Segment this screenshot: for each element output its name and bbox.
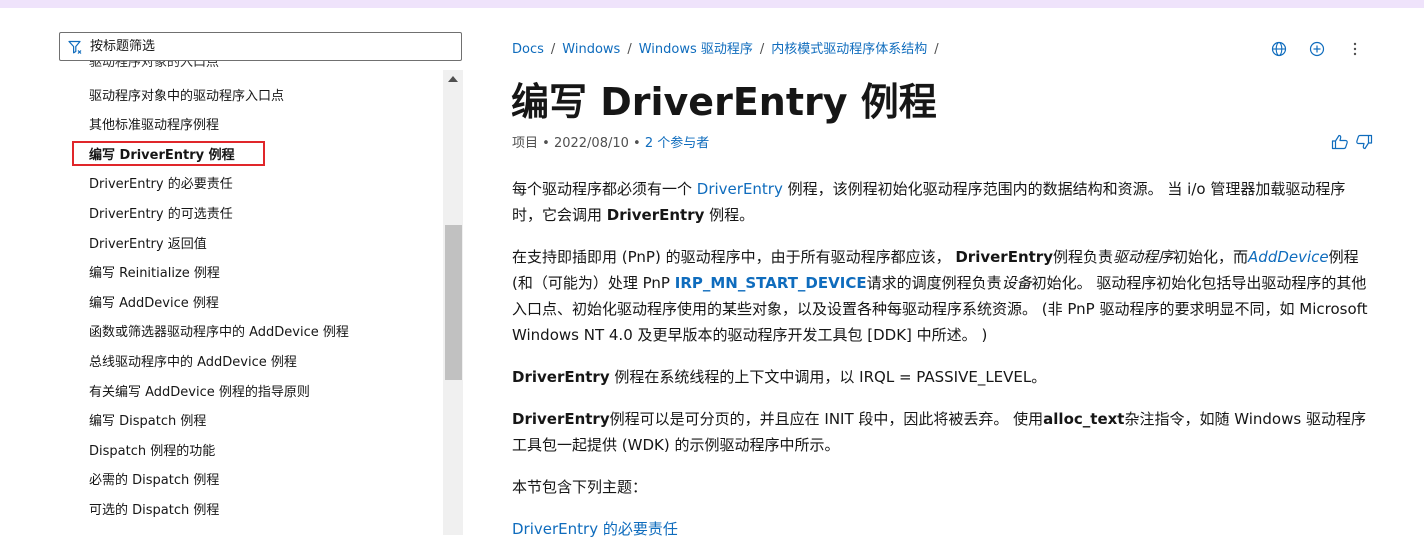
toc-item[interactable]: 总线驱动程序中的 AddDevice 例程 <box>89 353 297 373</box>
meta-type: 项目 <box>512 136 539 151</box>
text: 请求的调度例程负责 <box>866 274 1002 292</box>
breadcrumb-kernel-arch[interactable]: 内核模式驱动程序体系结构 <box>771 42 927 57</box>
breadcrumb-separator: / <box>934 42 939 57</box>
add-circle-icon[interactable] <box>1308 40 1326 58</box>
paragraph-topics: 本节包含下列主题： <box>512 478 648 496</box>
paragraph-pnp: 在支持即插即用 (PnP) 的驱动程序中，由于所有驱动程序都应该， Driver… <box>512 244 1374 348</box>
breadcrumb-separator: / <box>759 42 765 57</box>
top-band <box>0 0 1424 8</box>
adddevice-link[interactable]: AddDevice <box>1248 248 1329 266</box>
article-body: 每个驱动程序都必须有一个 DriverEntry 例程，该例程初始化驱动程序范围… <box>512 176 1374 558</box>
text: 例程可以是可分页的，并且应在 INIT 段中，因此将被丢弃。 使用 <box>609 410 1044 428</box>
more-options-icon[interactable] <box>1346 40 1364 58</box>
feedback <box>1331 134 1373 154</box>
breadcrumb-separator: / <box>550 42 556 57</box>
meta-date: 2022/08/10 <box>553 136 629 151</box>
scrollbar-thumb[interactable] <box>445 225 462 380</box>
text: 例程在系统线程的上下文中调用，以 IRQL = PASSIVE_LEVEL。 <box>609 368 1047 386</box>
paragraph-pageable: DriverEntry例程可以是可分页的，并且应在 INIT 段中，因此将被丢弃… <box>512 406 1374 458</box>
paragraph-irql: DriverEntry 例程在系统线程的上下文中调用，以 IRQL = PASS… <box>512 364 1374 390</box>
driverentry-link[interactable]: DriverEntry <box>697 180 783 198</box>
toc-item[interactable]: Dispatch 例程的功能 <box>89 442 215 462</box>
toc-item[interactable]: 有关编写 AddDevice 例程的指导原则 <box>89 383 310 403</box>
toc-item[interactable]: 驱动程序对象中的驱动程序入口点 <box>89 87 284 107</box>
topic-list: DriverEntry 的必要责任 <box>512 516 1374 542</box>
toc-item[interactable]: 编写 Dispatch 例程 <box>89 412 206 432</box>
thumbs-up-icon[interactable] <box>1331 134 1349 154</box>
topic-link[interactable]: DriverEntry 的必要责任 <box>512 520 678 538</box>
toc-item[interactable]: 必需的 Dispatch 例程 <box>89 471 219 491</box>
toc-item[interactable]: 编写 AddDevice 例程 <box>89 294 219 314</box>
globe-icon[interactable] <box>1270 40 1288 58</box>
toc-item[interactable]: 其他标准驱动程序例程 <box>89 116 219 136</box>
breadcrumb-separator: / <box>627 42 632 57</box>
driverentry-term: DriverEntry <box>512 368 610 386</box>
meta-separator: • <box>542 136 550 151</box>
toc-item-cut-off[interactable]: 驱动程序对象的入口点 <box>89 61 219 73</box>
text: 每个驱动程序都必须有一个 <box>512 180 697 198</box>
text: 初始化，而 <box>1173 248 1249 266</box>
toc-item[interactable]: DriverEntry 返回值 <box>89 235 207 255</box>
thumbs-down-icon[interactable] <box>1355 134 1373 154</box>
text: 例程。 <box>704 206 755 224</box>
filter-icon <box>68 39 84 55</box>
toc-item[interactable]: DriverEntry 的可选责任 <box>89 205 233 225</box>
meta-separator: • <box>633 136 641 151</box>
text: 在支持即插即用 (PnP) 的驱动程序中，由于所有驱动程序都应该， <box>512 248 956 266</box>
breadcrumb-drivers[interactable]: Windows 驱动程序 <box>639 42 753 57</box>
article-meta: 项目 • 2022/08/10 • 2 个参与者 <box>512 134 709 154</box>
breadcrumb-docs[interactable]: Docs <box>512 42 544 57</box>
page-actions <box>1270 40 1364 58</box>
driverentry-term: DriverEntry <box>606 206 705 224</box>
highlight-box <box>72 141 265 166</box>
breadcrumb-windows[interactable]: Windows <box>562 42 620 57</box>
toc-item[interactable]: 可选的 Dispatch 例程 <box>89 501 219 521</box>
toc-list: 驱动程序对象的入口点 驱动程序对象中的驱动程序入口点 其他标准驱动程序例程 编写… <box>59 61 443 535</box>
filter-box[interactable] <box>59 32 462 61</box>
emphasis-device: 设备 <box>1001 274 1032 292</box>
scroll-up-arrow-icon[interactable] <box>448 76 458 82</box>
driverentry-term: DriverEntry <box>955 248 1053 266</box>
alloc-text-term: alloc_text <box>1043 410 1125 428</box>
toc-item[interactable]: 函数或筛选器驱动程序中的 AddDevice 例程 <box>89 323 349 343</box>
filter-input[interactable] <box>90 39 450 54</box>
driverentry-term: DriverEntry <box>512 410 610 428</box>
emphasis-driver: 驱动程序 <box>1113 248 1174 266</box>
toc-item[interactable]: DriverEntry 的必要责任 <box>89 175 233 195</box>
breadcrumb: Docs / Windows / Windows 驱动程序 / 内核模式驱动程序体系结构 / <box>512 40 946 60</box>
page-title: 编写 DriverEntry 例程 <box>511 80 937 124</box>
paragraph-intro: 每个驱动程序都必须有一个 DriverEntry 例程，该例程初始化驱动程序范围… <box>512 176 1374 228</box>
toc-item[interactable]: 编写 Reinitialize 例程 <box>89 264 220 284</box>
text: 例程负责 <box>1052 248 1113 266</box>
irp-start-device-link[interactable]: IRP_MN_START_DEVICE <box>675 274 867 292</box>
contributors-link[interactable]: 2 个参与者 <box>645 136 709 151</box>
